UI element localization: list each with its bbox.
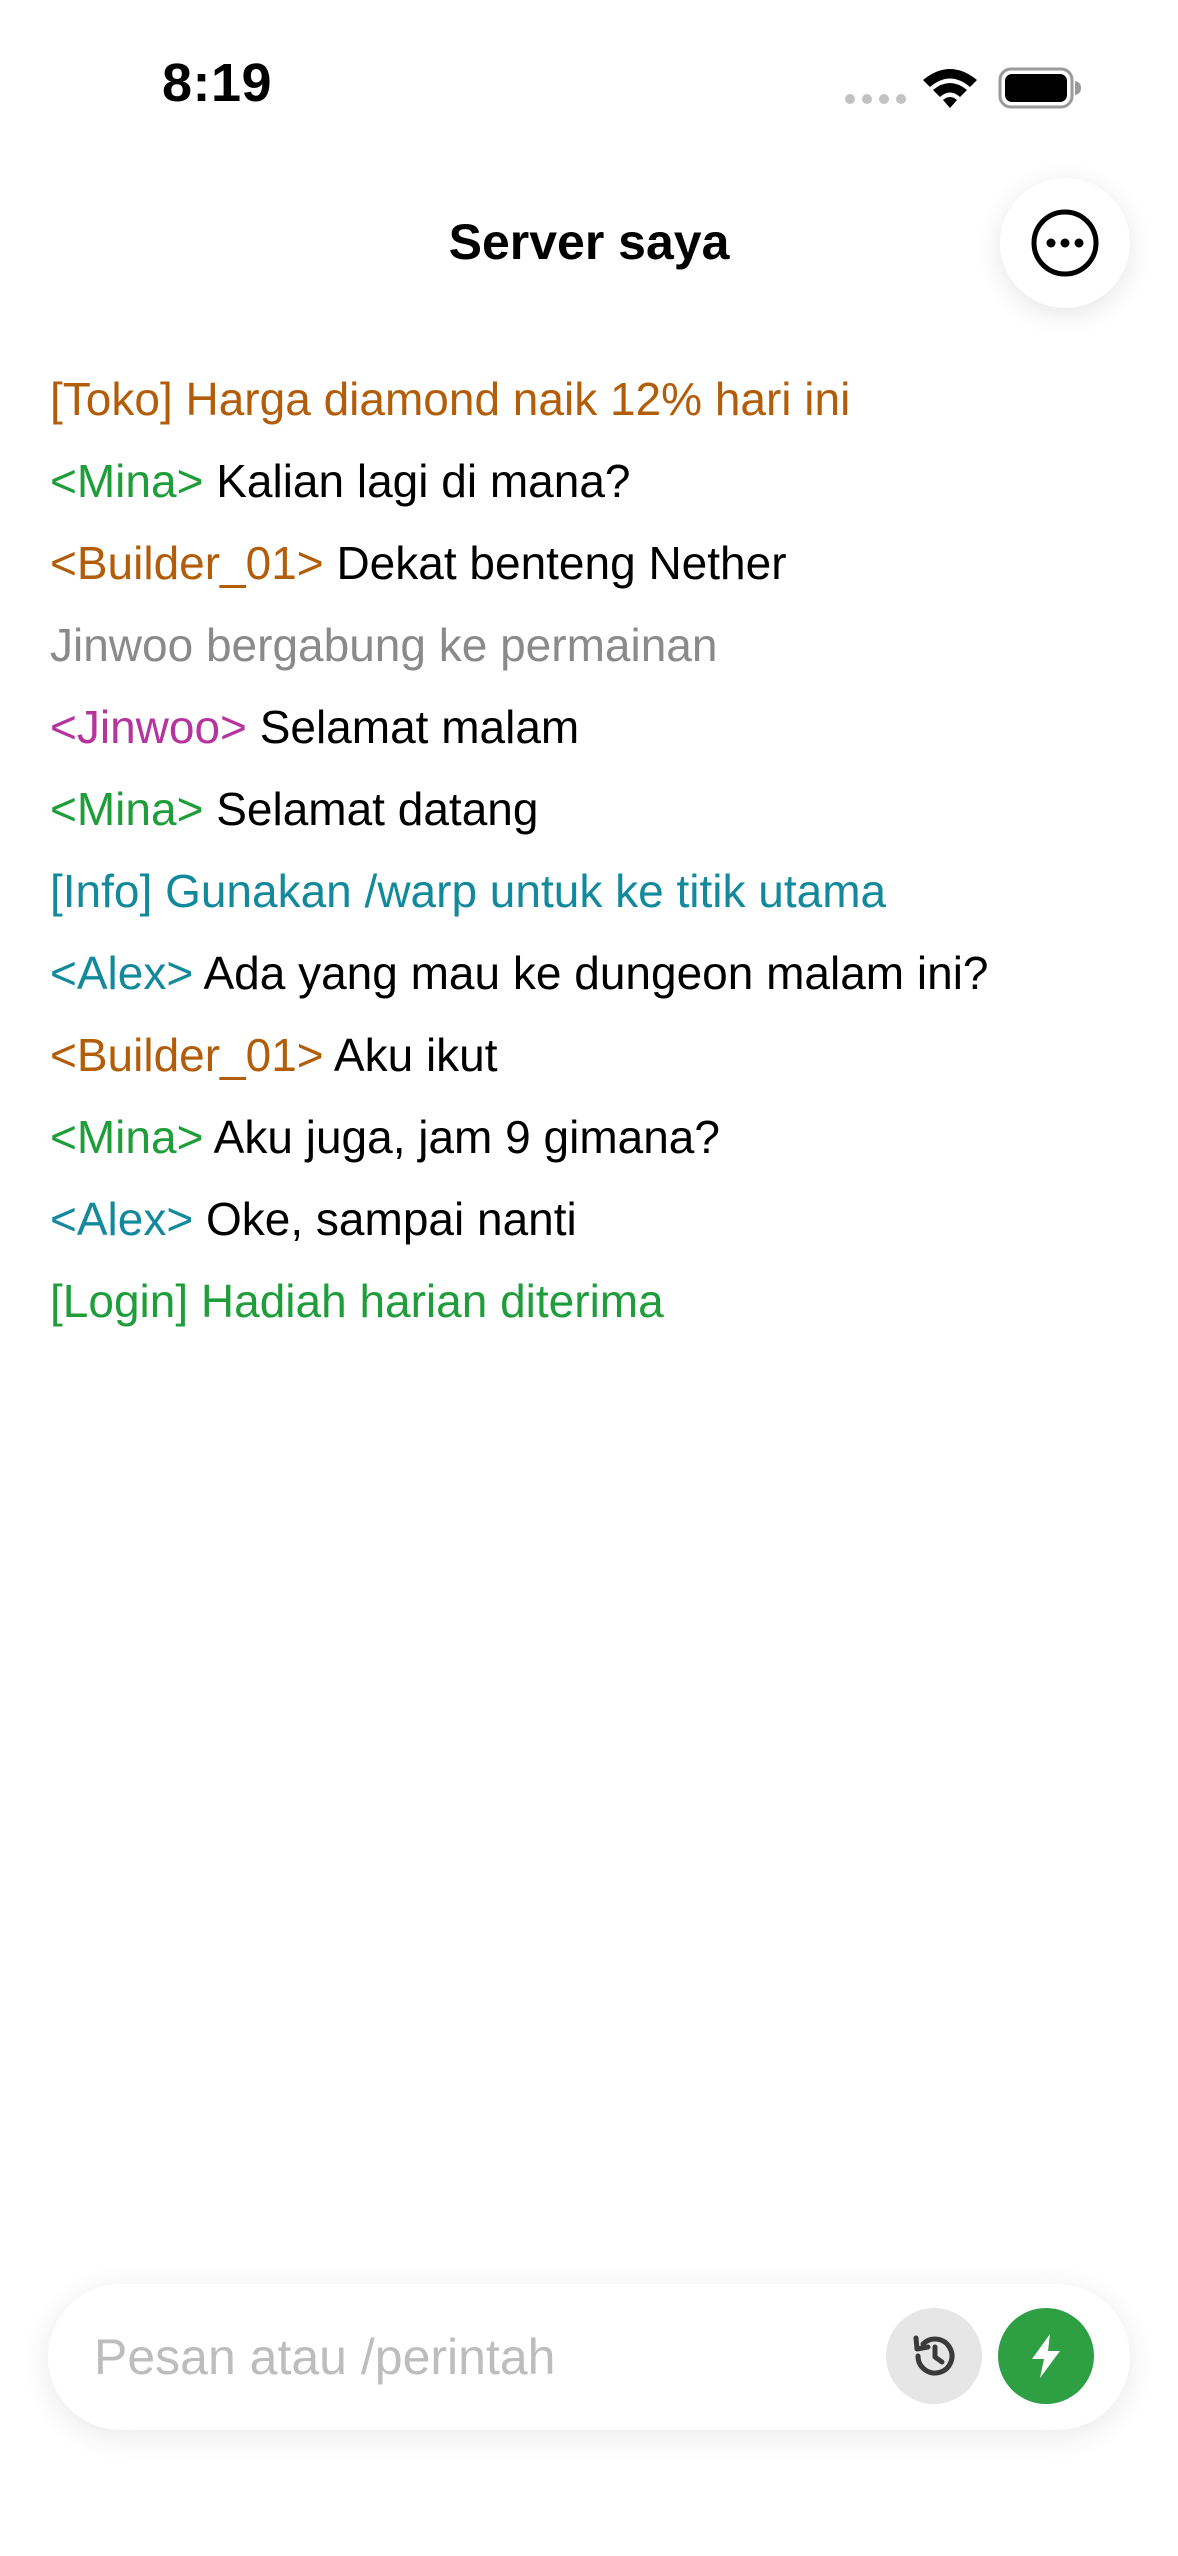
chat-message: <Mina> Selamat datang: [50, 774, 1140, 856]
message-input[interactable]: [94, 2284, 914, 2430]
chat-message: [Toko] Harga diamond naik 12% hari ini: [50, 364, 1140, 446]
chat-message-prefix: [Login] Hadiah harian diterima: [50, 1275, 664, 1327]
chat-message-text: Selamat malam: [246, 701, 580, 753]
battery-icon: [998, 67, 1081, 109]
chat-message-prefix: [Info] Gunakan /warp untuk ke titik utam…: [50, 865, 887, 917]
chat-message-prefix: <Mina>: [50, 455, 204, 507]
history-button[interactable]: [886, 2308, 982, 2404]
chat-message-prefix: <Mina>: [50, 1111, 204, 1163]
chat-message-prefix: <Alex>: [50, 947, 194, 999]
chat-message-text: Ada yang mau ke dungeon malam ini?: [193, 947, 989, 999]
chat-message-prefix: <Alex>: [50, 1193, 194, 1245]
chat-message: <Builder_01> Aku ikut: [50, 1020, 1140, 1102]
chat-message: [Login] Hadiah harian diterima: [50, 1266, 1140, 1348]
chat-message-prefix: Jinwoo bergabung ke permainan: [50, 619, 718, 671]
chat-message-prefix: <Jinwoo>: [50, 701, 247, 753]
status-time: 8:19: [162, 53, 273, 113]
wifi-icon: [923, 69, 977, 108]
chat-message-text: Selamat datang: [203, 783, 539, 835]
chat-message: Jinwoo bergabung ke permainan: [50, 610, 1140, 692]
send-command-button[interactable]: [998, 2308, 1094, 2404]
chat-message-text: Aku ikut: [323, 1029, 498, 1081]
chat-message: [Info] Gunakan /warp untuk ke titik utam…: [50, 856, 1140, 938]
chat-message-prefix: <Builder_01>: [50, 1029, 324, 1081]
ellipsis-circle-icon: [1031, 209, 1099, 277]
chat-message: <Mina> Kalian lagi di mana?: [50, 446, 1140, 528]
chat-message: <Alex> Ada yang mau ke dungeon malam ini…: [50, 938, 1140, 1020]
chat-log: [Toko] Harga diamond naik 12% hari ini <M…: [50, 364, 1140, 1348]
more-options-button[interactable]: [1000, 178, 1130, 308]
cellular-signal-icon: [845, 94, 907, 106]
chat-message-text: Oke, sampai nanti: [193, 1193, 577, 1245]
chat-message: <Builder_01> Dekat benteng Nether: [50, 528, 1140, 610]
chat-message-prefix: [Toko] Harga diamond naik 12% hari ini: [50, 373, 851, 425]
chat-message-prefix: <Builder_01>: [50, 537, 324, 589]
status-bar: 8:19: [0, 0, 1178, 170]
history-icon: [913, 2335, 955, 2376]
chat-message-text: Dekat benteng Nether: [323, 537, 787, 589]
chat-message: <Jinwoo> Selamat malam: [50, 692, 1140, 774]
chat-message-prefix: <Mina>: [50, 783, 204, 835]
message-composer: [48, 2284, 1130, 2430]
chat-message: <Mina> Aku juga, jam 9 gimana?: [50, 1102, 1140, 1184]
bolt-icon: [1032, 2334, 1060, 2378]
chat-message: <Alex> Oke, sampai nanti: [50, 1184, 1140, 1266]
chat-message-text: Aku juga, jam 9 gimana?: [203, 1111, 720, 1163]
chat-message-text: Kalian lagi di mana?: [203, 455, 631, 507]
